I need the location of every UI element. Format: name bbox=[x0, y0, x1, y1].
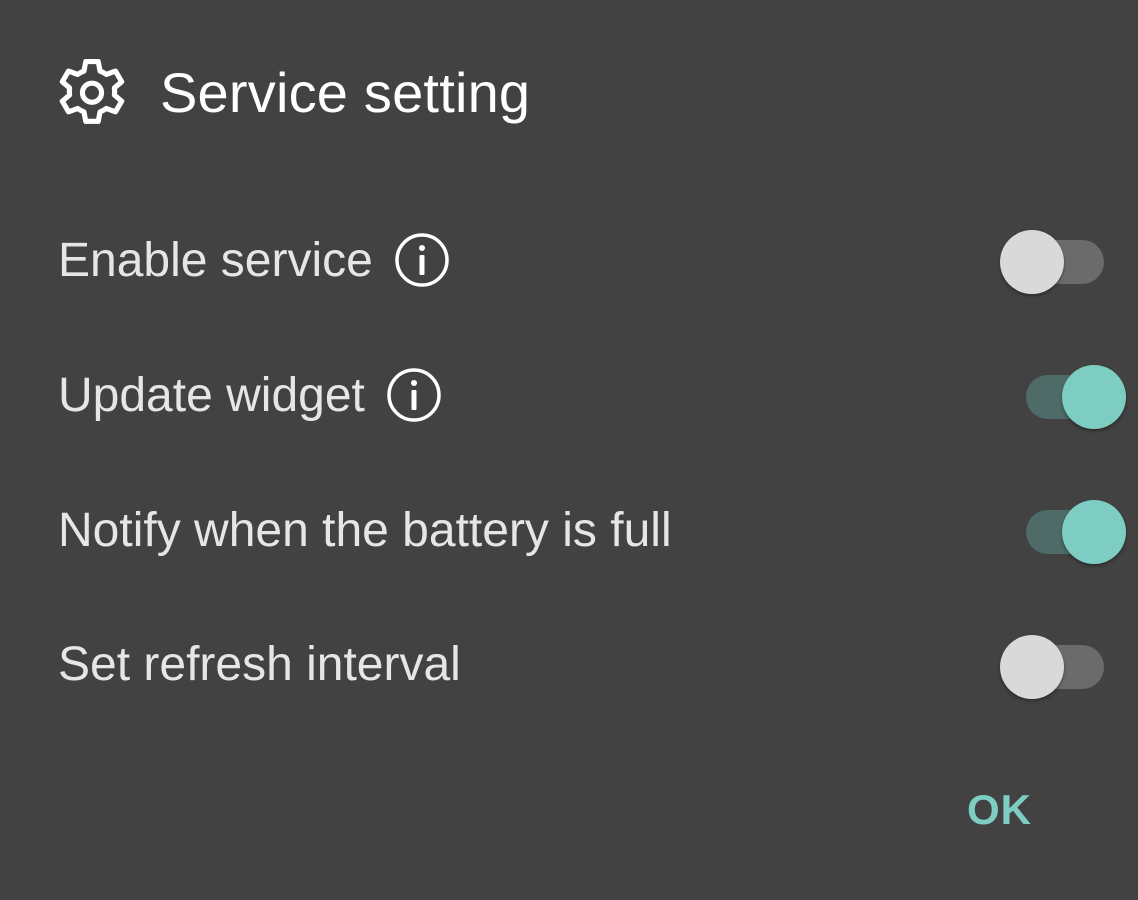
setting-label: Set refresh interval bbox=[58, 637, 461, 691]
toggle-thumb bbox=[1000, 635, 1064, 699]
info-icon[interactable] bbox=[385, 366, 443, 424]
setting-row-notify-battery-full: Notify when the battery is full bbox=[58, 480, 1138, 580]
dialog-title: Service setting bbox=[160, 60, 531, 124]
setting-row-update-widget: Update widget bbox=[58, 345, 1138, 445]
refresh-interval-toggle[interactable] bbox=[1000, 632, 1130, 702]
setting-label: Notify when the battery is full bbox=[58, 503, 672, 557]
setting-label: Enable service bbox=[58, 233, 373, 287]
gear-icon bbox=[48, 48, 136, 136]
toggle-thumb bbox=[1062, 500, 1126, 564]
notify-battery-full-toggle[interactable] bbox=[998, 497, 1128, 567]
setting-row-enable-service: Enable service bbox=[58, 210, 1138, 310]
setting-label: Update widget bbox=[58, 368, 365, 422]
toggle-thumb bbox=[1062, 365, 1126, 429]
enable-service-toggle[interactable] bbox=[1000, 227, 1130, 297]
setting-row-refresh-interval: Set refresh interval bbox=[58, 614, 1138, 714]
update-widget-toggle[interactable] bbox=[998, 362, 1128, 432]
info-icon[interactable] bbox=[393, 231, 451, 289]
dialog-header: Service setting bbox=[48, 44, 530, 140]
toggle-thumb bbox=[1000, 230, 1064, 294]
ok-button[interactable]: OK bbox=[961, 782, 1038, 838]
service-setting-dialog: Service setting Enable service Update wi… bbox=[0, 0, 1138, 900]
